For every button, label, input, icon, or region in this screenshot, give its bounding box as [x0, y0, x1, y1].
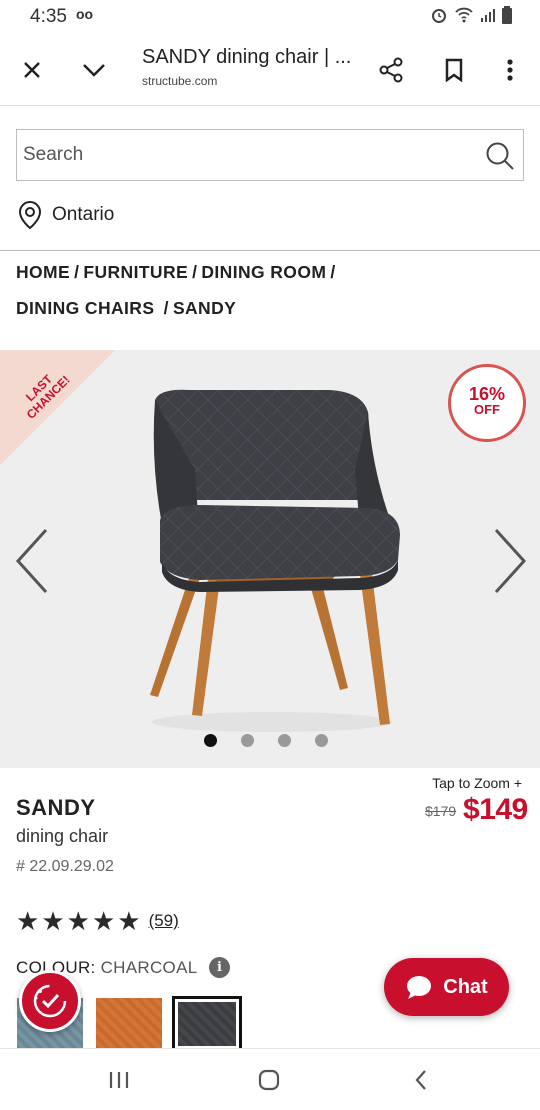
product-name: SANDY	[16, 795, 96, 820]
search-icon[interactable]	[485, 141, 515, 171]
breadcrumb-home[interactable]: HOME	[16, 262, 70, 282]
back-button[interactable]	[406, 1067, 436, 1093]
discount-percent: 16%	[468, 384, 506, 404]
page-title[interactable]: SANDY dining chair | ...	[142, 46, 351, 69]
close-button[interactable]	[16, 54, 48, 86]
divider	[0, 250, 540, 251]
sale-price: $149	[463, 793, 528, 826]
bookmark-icon	[445, 58, 463, 82]
status-time: 4:35	[30, 6, 67, 27]
breadcrumb-separator: /	[330, 262, 336, 282]
accessibility-badge-button[interactable]	[19, 970, 81, 1032]
chat-label: Chat	[443, 975, 488, 998]
pagination-dot-1[interactable]	[204, 734, 217, 747]
review-count-link[interactable]: (59)	[149, 911, 179, 931]
wifi-icon	[455, 7, 473, 23]
rating-stars[interactable]: ★ ★ ★ ★ ★ (59)	[16, 906, 179, 936]
previous-image-arrow[interactable]	[12, 526, 52, 596]
recent-apps-button[interactable]	[104, 1067, 134, 1093]
gallery-pagination	[204, 734, 328, 747]
original-price: $179	[425, 803, 457, 819]
discount-badge: 16% OFF	[448, 364, 526, 442]
star-icon: ★	[66, 906, 90, 936]
status-icons	[430, 6, 512, 24]
bookmark-button[interactable]	[438, 54, 470, 86]
search-input[interactable]	[23, 130, 463, 180]
chat-button[interactable]: Chat	[384, 958, 509, 1016]
star-icon: ★	[117, 906, 141, 936]
location-pin-icon	[18, 200, 42, 230]
alarm-icon	[432, 9, 446, 23]
share-button[interactable]	[375, 54, 407, 86]
breadcrumb-separator: /	[192, 262, 198, 282]
swatch-orange[interactable]	[96, 998, 162, 1050]
star-icon: ★	[16, 906, 40, 936]
chevron-down-icon	[83, 64, 105, 77]
breadcrumb-dining-chairs[interactable]: DINING CHAIRS	[16, 298, 154, 318]
product-subtitle: dining chair	[16, 826, 109, 846]
star-icon: ★	[41, 906, 65, 936]
chat-bubble-icon	[407, 976, 432, 999]
signal-icon	[481, 9, 495, 22]
browser-bar: SANDY dining chair | ... structube.com	[0, 34, 540, 106]
accessibility-check-icon	[33, 984, 67, 1018]
home-icon	[258, 1069, 280, 1091]
product-gallery[interactable]: LAST CHANCE! 16% OFF	[0, 350, 540, 768]
breadcrumb: HOME / FURNITURE / DINING ROOM / DINING CHAIRS…	[16, 254, 526, 326]
pagination-dot-4[interactable]	[315, 734, 328, 747]
share-icon	[379, 57, 403, 83]
location-selector[interactable]: Ontario	[16, 200, 114, 230]
search-box	[16, 129, 524, 181]
tap-to-zoom[interactable]: Tap to Zoom +	[432, 775, 522, 791]
battery-icon	[502, 6, 512, 24]
page-url[interactable]: structube.com	[142, 74, 217, 88]
next-image-arrow[interactable]	[490, 526, 530, 596]
voicemail-icon: oo	[76, 6, 94, 22]
star-icon: ★	[91, 906, 116, 936]
swatch-charcoal-selected[interactable]	[172, 996, 242, 1052]
breadcrumb-sandy[interactable]: SANDY	[173, 298, 236, 318]
more-vertical-icon	[507, 59, 513, 81]
discount-off-label: OFF	[474, 402, 500, 417]
breadcrumb-dining-room[interactable]: DINING ROOM	[201, 262, 326, 282]
status-bar: 4:35 oo	[0, 0, 540, 34]
breadcrumb-separator: /	[74, 262, 80, 282]
recent-apps-icon	[109, 1072, 129, 1088]
pagination-dot-3[interactable]	[278, 734, 291, 747]
pagination-dot-2[interactable]	[241, 734, 254, 747]
system-nav-bar	[0, 1048, 540, 1110]
location-label: Ontario	[52, 204, 115, 225]
breadcrumb-furniture[interactable]: FURNITURE	[83, 262, 188, 282]
more-options-button[interactable]	[494, 54, 526, 86]
collapse-button[interactable]	[78, 54, 110, 86]
breadcrumb-separator: /	[163, 298, 169, 318]
product-sku: # 22.09.29.02	[16, 858, 114, 875]
swatch-charcoal-fill	[178, 1002, 236, 1046]
info-icon[interactable]: i	[209, 957, 230, 978]
back-icon	[415, 1070, 426, 1090]
colour-value: CHARCOAL	[100, 958, 198, 977]
close-icon	[24, 62, 40, 78]
home-button[interactable]	[254, 1067, 284, 1093]
